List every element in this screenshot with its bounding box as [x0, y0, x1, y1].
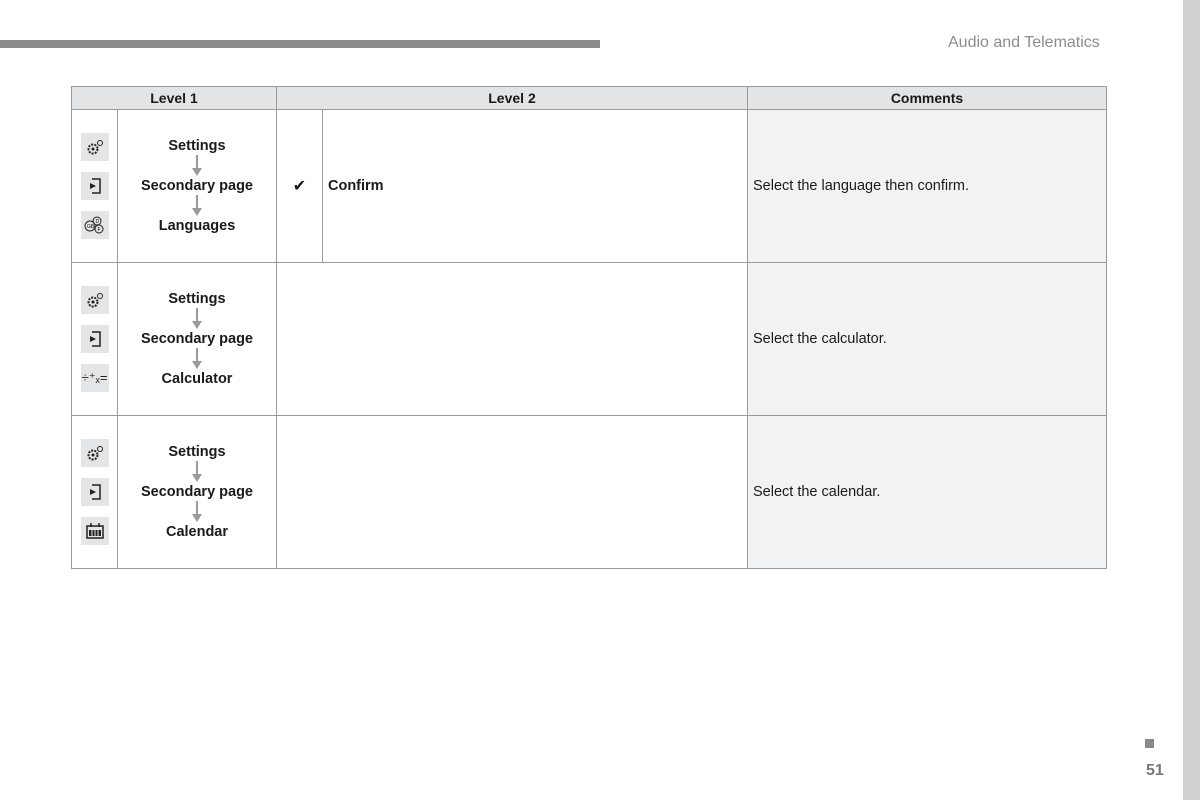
secondary-page-icon	[80, 478, 109, 506]
path-step: Languages	[158, 218, 236, 234]
secondary-page-icon	[80, 325, 109, 353]
arrow-down-icon	[192, 195, 202, 217]
svg-text:F: F	[97, 227, 100, 233]
menu-table: Level 1 Level 2 Comments GB D F Settings…	[71, 86, 1107, 569]
arrow-down-icon	[192, 308, 202, 330]
level2-empty-cell	[276, 415, 748, 569]
path-step: Secondary page	[140, 484, 253, 500]
path-step: Calendar	[165, 524, 229, 540]
section-title: Audio and Telematics	[948, 34, 1100, 51]
page-number: 51	[1146, 762, 1164, 779]
arrow-down-icon	[192, 155, 202, 177]
column-header-comments: Comments	[747, 86, 1107, 110]
settings-icon	[80, 286, 109, 314]
page-edge-strip	[1183, 0, 1200, 800]
column-header-level1: Level 1	[71, 86, 277, 110]
navigation-path: Settings Secondary page Calendar	[117, 415, 277, 569]
table-header-row: Level 1 Level 2 Comments	[71, 86, 1107, 110]
navigation-path: Settings Secondary page Languages	[117, 109, 277, 263]
column-header-level2: Level 2	[276, 86, 748, 110]
secondary-page-icon	[80, 172, 109, 200]
path-step: Secondary page	[140, 331, 253, 347]
arrow-down-icon	[192, 461, 202, 483]
settings-icon	[80, 439, 109, 467]
level2-empty-cell	[276, 262, 748, 416]
calendar-icon	[80, 517, 109, 545]
icon-cell: ÷⁺ₓ=	[71, 262, 118, 416]
settings-icon	[80, 133, 109, 161]
checkmark-icon: ✔	[276, 109, 323, 263]
languages-icon: GB D F	[80, 211, 109, 239]
arrow-down-icon	[192, 501, 202, 523]
comment-cell: Select the calculator.	[747, 262, 1107, 416]
path-step: Settings	[168, 138, 226, 154]
path-step: Calculator	[161, 371, 233, 387]
header-rule	[0, 40, 600, 48]
path-step: Settings	[168, 291, 226, 307]
path-step: Secondary page	[140, 178, 253, 194]
svg-text:D: D	[95, 219, 99, 225]
arrow-down-icon	[192, 348, 202, 370]
comment-cell: Select the language then confirm.	[747, 109, 1107, 263]
level2-label: Confirm	[322, 109, 748, 263]
navigation-path: Settings Secondary page Calculator	[117, 262, 277, 416]
path-step: Settings	[168, 444, 226, 460]
table-row: Settings Secondary page Calendar Select …	[71, 415, 1107, 569]
table-row: GB D F Settings Secondary page Languages ✔…	[71, 109, 1107, 263]
comment-cell: Select the calendar.	[747, 415, 1107, 569]
icon-cell	[71, 415, 118, 569]
calculator-icon: ÷⁺ₓ=	[80, 364, 109, 392]
svg-text:GB: GB	[87, 224, 95, 230]
page-marker-square	[1145, 739, 1154, 748]
table-row: ÷⁺ₓ= Settings Secondary page Calculator …	[71, 262, 1107, 416]
icon-cell: GB D F	[71, 109, 118, 263]
